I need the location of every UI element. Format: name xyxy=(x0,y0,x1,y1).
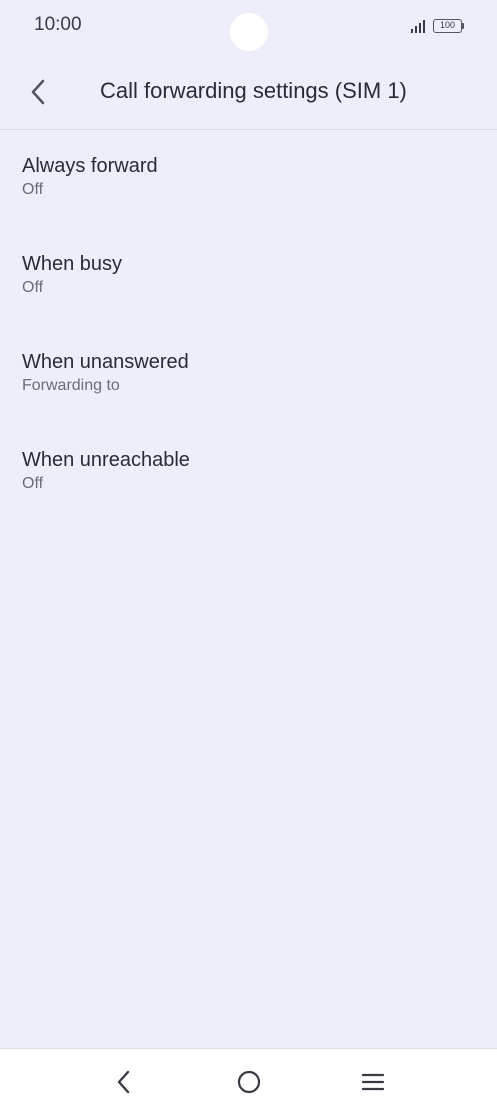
nav-back-button[interactable] xyxy=(109,1067,139,1097)
nav-home-button[interactable] xyxy=(234,1067,264,1097)
nav-back-icon xyxy=(117,1070,130,1094)
page-title: Call forwarding settings (SIM 1) xyxy=(100,78,407,103)
setting-title: When unreachable xyxy=(22,449,190,471)
setting-title: When busy xyxy=(22,253,123,275)
setting-title: Always forward xyxy=(22,155,158,177)
signal-icon xyxy=(411,20,425,33)
recents-menu-icon xyxy=(361,1073,385,1091)
battery-icon: 100 xyxy=(433,19,464,33)
battery-tip xyxy=(462,23,464,29)
app-bar: Call forwarding settings (SIM 1) xyxy=(0,52,497,130)
navigation-bar xyxy=(0,1048,497,1114)
home-icon xyxy=(237,1070,261,1094)
setting-when-busy[interactable]: When busy Off xyxy=(0,229,497,327)
settings-list: Always forward Off When busy Off When un… xyxy=(0,131,497,523)
battery-level: 100 xyxy=(433,19,462,33)
setting-subtitle: Off xyxy=(22,475,44,492)
setting-subtitle: Forwarding to xyxy=(22,377,120,394)
status-time: 10:00 xyxy=(34,14,82,35)
nav-recents-button[interactable] xyxy=(358,1067,388,1097)
setting-when-unanswered[interactable]: When unanswered Forwarding to xyxy=(0,327,497,425)
setting-title: When unanswered xyxy=(22,351,189,373)
camera-cutout xyxy=(230,13,268,51)
setting-always-forward[interactable]: Always forward Off xyxy=(0,131,497,229)
status-bar: 10:00 100 xyxy=(0,0,497,52)
back-button[interactable] xyxy=(18,72,58,112)
setting-subtitle: Off xyxy=(22,181,44,198)
setting-when-unreachable[interactable]: When unreachable Off xyxy=(0,425,497,523)
back-arrow-icon xyxy=(31,79,45,105)
setting-subtitle: Off xyxy=(22,279,44,296)
screen: 10:00 100 Call forwarding settings (SIM … xyxy=(0,0,497,1114)
